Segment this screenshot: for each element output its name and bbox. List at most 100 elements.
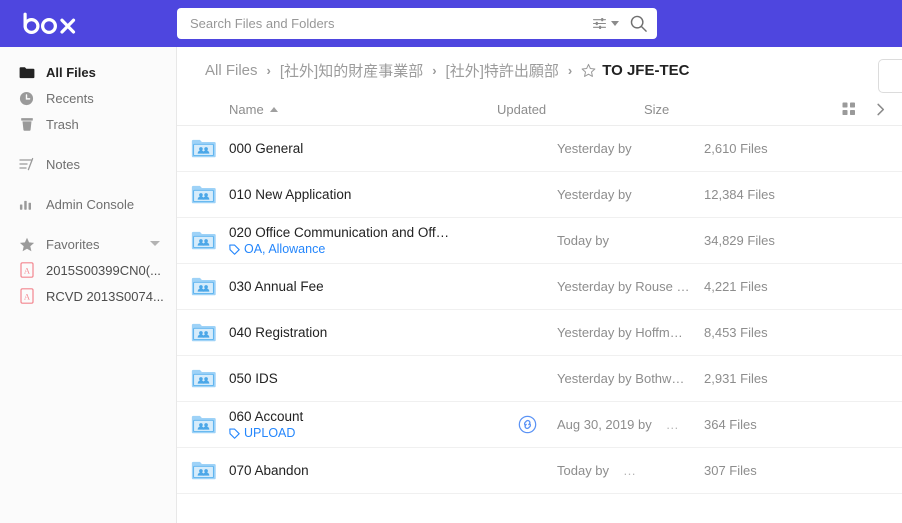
file-name: 070 Abandon	[229, 463, 497, 478]
file-name-cell: 040 Registration	[229, 325, 497, 340]
file-name: 010 New Application	[229, 187, 497, 202]
sidebar-item-admin-console[interactable]: Admin Console	[0, 191, 176, 217]
updated-overflow: …	[666, 417, 680, 432]
sidebar-item-all-files[interactable]: All Files	[0, 59, 176, 85]
table-row[interactable]: 060 Account UPLOAD Aug 30, 2019 by…364 F…	[177, 402, 902, 448]
table-row[interactable]: 070 AbandonToday by…307 Files	[177, 448, 902, 494]
sidebar-item-label: Recents	[46, 91, 94, 106]
updated-text: Today by	[557, 233, 609, 248]
search-bar[interactable]	[177, 8, 657, 39]
updated-cell: Aug 30, 2019 by…	[557, 417, 704, 432]
breadcrumb-current-label: TO JFE-TEC	[602, 62, 689, 79]
breadcrumb-separator: ›	[432, 63, 436, 78]
breadcrumb-item-current[interactable]: TO JFE-TEC	[581, 62, 689, 79]
breadcrumb-separator: ›	[267, 63, 271, 78]
sidebar-item-recents[interactable]: Recents	[0, 85, 176, 111]
box-logo[interactable]	[0, 11, 175, 37]
updated-cell: Yesterday by	[557, 187, 704, 202]
sidebar-favorite-file[interactable]: A 2015S00399CN0(...	[0, 257, 176, 283]
table-header-tools	[842, 102, 902, 116]
file-tag[interactable]: OA, Allowance	[229, 242, 497, 256]
sliders-icon[interactable]	[591, 15, 608, 32]
table-row[interactable]: 050 IDS Yesterday by Bothw… 2,931 Files	[177, 356, 902, 402]
search-icon[interactable]	[629, 14, 648, 33]
sidebar-item-favorites[interactable]: Favorites	[0, 231, 176, 257]
column-header-name-label: Name	[229, 102, 264, 117]
file-name-cell: 010 New Application	[229, 187, 497, 202]
svg-text:A: A	[23, 291, 30, 301]
trash-icon	[18, 116, 35, 133]
table-row[interactable]: 040 RegistrationYesterday by Hoffm…8,453…	[177, 310, 902, 356]
box-wordmark-icon	[18, 11, 80, 37]
file-name-cell: 000 General	[229, 141, 497, 156]
table-row[interactable]: 000 General Yesterday by 2,610 Files	[177, 126, 902, 172]
column-header-updated[interactable]: Updated	[497, 102, 644, 117]
breadcrumb-separator: ›	[568, 63, 572, 78]
size-cell: 2,931 Files	[704, 371, 902, 386]
pdf-icon: A	[18, 262, 35, 279]
shared-folder-icon	[177, 138, 229, 159]
updated-cell: Yesterday by Hoffm…	[557, 325, 704, 340]
caret-up-icon	[270, 107, 278, 112]
breadcrumb-item-1[interactable]: [社外]知的財産事業部	[280, 60, 423, 81]
shared-folder-icon	[177, 368, 229, 389]
column-header-name[interactable]: Name	[229, 102, 497, 117]
size-cell: 34,829 Files	[704, 233, 902, 248]
file-name-cell: 050 IDS	[229, 371, 497, 386]
file-name: 060 Account	[229, 409, 497, 424]
sidebar-divider-gap	[0, 137, 176, 151]
shared-link-cell	[497, 415, 557, 434]
size-cell: 2,610 Files	[704, 141, 902, 156]
updated-cell: Today by	[557, 233, 704, 248]
top-right-control[interactable]	[878, 59, 902, 93]
shared-link-icon[interactable]	[518, 415, 537, 434]
search-input[interactable]	[177, 16, 591, 31]
column-header-size[interactable]: Size	[644, 102, 842, 117]
chevron-down-icon[interactable]	[611, 21, 619, 26]
file-name: 040 Registration	[229, 325, 497, 340]
file-tag[interactable]: UPLOAD	[229, 426, 497, 440]
shared-folder-icon	[177, 184, 229, 205]
sidebar-favorite-file-label: 2015S00399CN0(...	[46, 263, 161, 278]
table-row[interactable]: 030 Annual FeeYesterday by Rouse …4,221 …	[177, 264, 902, 310]
sidebar-item-trash[interactable]: Trash	[0, 111, 176, 137]
file-name: 020 Office Communication and Off…	[229, 225, 497, 240]
grid-view-icon[interactable]	[842, 102, 856, 116]
shared-folder-icon	[177, 230, 229, 251]
sidebar-favorite-file[interactable]: A RCVD 2013S0074...	[0, 283, 176, 309]
updated-text: Yesterday by	[557, 141, 632, 156]
shared-folder-icon	[177, 460, 229, 481]
breadcrumb-item-2[interactable]: [社外]特許出願部	[446, 60, 559, 81]
shared-folder-icon	[177, 322, 229, 343]
file-name: 000 General	[229, 141, 497, 156]
table-row[interactable]: 020 Office Communication and Off… OA, Al…	[177, 218, 902, 264]
svg-text:A: A	[23, 265, 30, 275]
updated-cell: Today by …	[557, 463, 704, 478]
updated-text: Yesterday by Bothw…	[557, 371, 684, 386]
updated-text: Yesterday by Rouse …	[557, 279, 689, 294]
notes-icon	[18, 156, 35, 173]
updated-cell: Yesterday by Rouse …	[557, 279, 704, 294]
sidebar-item-label: All Files	[46, 65, 96, 80]
star-outline-icon[interactable]	[581, 63, 596, 78]
updated-overflow: …	[623, 463, 637, 478]
breadcrumb: All Files › [社外]知的財産事業部 › [社外]特許出願部 › TO…	[177, 47, 902, 93]
chevron-right-icon[interactable]	[874, 103, 887, 116]
file-name-cell: 070 Abandon	[229, 463, 497, 478]
sidebar: All Files Recents Trash	[0, 47, 177, 523]
sidebar-item-notes[interactable]: Notes	[0, 151, 176, 177]
chevron-down-icon[interactable]	[150, 241, 160, 246]
breadcrumb-item-all-files[interactable]: All Files	[205, 62, 258, 79]
updated-text: Today by	[557, 463, 609, 478]
sidebar-item-label: Notes	[46, 157, 80, 172]
file-name-cell: 030 Annual Fee	[229, 279, 497, 294]
file-tag-label: UPLOAD	[244, 426, 295, 440]
shared-folder-icon	[177, 276, 229, 297]
updated-text: Yesterday by	[557, 187, 632, 202]
file-list: 000 General Yesterday by 2,610 Files 010 N…	[177, 126, 902, 494]
sidebar-divider-gap-3	[0, 217, 176, 231]
file-name: 030 Annual Fee	[229, 279, 497, 294]
table-row[interactable]: 010 New ApplicationYesterday by12,384 Fi…	[177, 172, 902, 218]
bar-chart-icon	[18, 196, 35, 213]
folder-icon	[18, 64, 35, 81]
